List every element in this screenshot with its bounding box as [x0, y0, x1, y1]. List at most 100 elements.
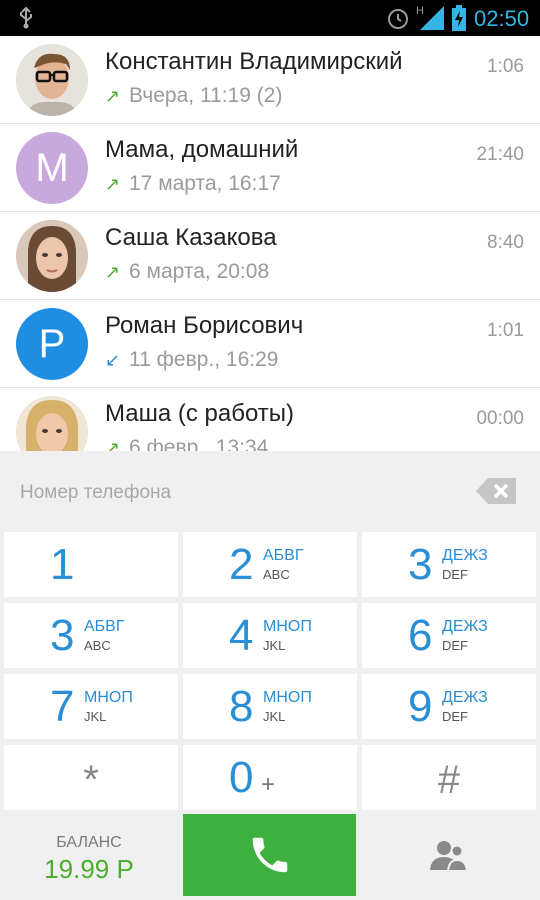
call-time: 11 февр., 16:29	[129, 348, 279, 371]
key-letters-en: JKL	[263, 709, 286, 724]
contact-name: Маша (с работы)	[105, 400, 295, 427]
phone-number-input[interactable]	[18, 481, 452, 505]
dial-key-6[interactable]: 6 ДЕЖЗ DEF	[362, 603, 536, 668]
call-duration: 1:06	[487, 56, 524, 77]
backspace-button[interactable]	[476, 478, 516, 504]
outgoing-call-icon: ↗	[105, 86, 121, 106]
dial-key-hash[interactable]: #	[362, 745, 536, 810]
key-letters-en: DEF	[442, 638, 468, 653]
call-duration: 21:40	[476, 144, 524, 165]
key-digit: 6	[408, 611, 433, 660]
key-letters-en: ABC	[84, 638, 111, 653]
key-letters-ru: ДЕЖЗ	[442, 618, 488, 635]
dial-key-8[interactable]: 8 МНОП JKL	[183, 674, 357, 739]
dial-key-7[interactable]: 7 МНОП JKL	[4, 674, 178, 739]
dial-key-4[interactable]: 4 МНОП JKL	[183, 603, 357, 668]
key-digit: 3	[408, 540, 433, 589]
outgoing-call-icon: ↗	[105, 174, 121, 194]
dial-key-3[interactable]: 3 ДЕЖЗ DEF	[362, 532, 536, 597]
call-time: Вчера, 11:19 (2)	[129, 84, 283, 107]
recent-call-row[interactable]: Р Роман Борисович 1:01 ↙ 11 февр., 16:29	[0, 300, 540, 388]
key-digit: 2	[229, 540, 254, 589]
dial-key-star[interactable]: *	[4, 745, 178, 810]
dial-key-0[interactable]: 0 +	[183, 745, 357, 810]
call-duration: 00:00	[476, 408, 524, 429]
key-letters-ru: МНОП	[84, 689, 133, 706]
key-letters-ru: МНОП	[263, 689, 312, 706]
balance-amount: 19.99 Р	[44, 854, 134, 884]
avatar	[16, 44, 88, 116]
balance-label: БАЛАНС	[56, 834, 122, 851]
avatar-letter: Р	[38, 321, 66, 366]
incoming-call-icon: ↙	[105, 350, 121, 370]
contact-photo-icon	[16, 220, 88, 292]
contact-name: Константин Владимирский	[105, 48, 403, 75]
call-duration: 1:01	[487, 320, 524, 341]
key-letters-ru: ДЕЖЗ	[442, 547, 488, 564]
avatar: Р	[16, 308, 88, 380]
contact-photo-icon	[16, 396, 88, 451]
status-clock: 02:50	[474, 6, 530, 31]
call-info: ↗ Вчера, 11:19 (2)	[105, 84, 282, 108]
key-letters-en: DEF	[442, 567, 468, 582]
alarm-icon	[388, 9, 408, 29]
key-digit: *	[83, 758, 99, 802]
key-plus: +	[261, 771, 276, 798]
outgoing-call-icon: ↗	[105, 438, 121, 451]
signal-icon: H	[416, 5, 444, 30]
status-bar: H 02:50	[0, 0, 540, 36]
call-info: ↙ 11 февр., 16:29	[105, 348, 278, 372]
key-digit: 8	[229, 682, 254, 731]
call-info: ↗ 6 февр., 13:34	[105, 436, 268, 451]
contact-name: Мама, домашний	[105, 136, 299, 163]
contact-photo-icon	[16, 44, 88, 116]
key-letters-en: ABC	[263, 567, 290, 582]
dial-key-1[interactable]: 1	[4, 532, 178, 597]
dial-key-3-second[interactable]: 3 АБВГ ABC	[4, 603, 178, 668]
recent-call-row[interactable]: Саша Казакова 8:40 ↗ 6 марта, 20:08	[0, 212, 540, 300]
phone-input-row	[0, 451, 540, 531]
call-info: ↗ 17 марта, 16:17	[105, 172, 281, 196]
key-digit: 0	[229, 753, 254, 802]
key-digit: 7	[50, 682, 75, 731]
key-letters-en: DEF	[442, 709, 468, 724]
key-letters-en: JKL	[84, 709, 107, 724]
usb-icon	[20, 7, 32, 29]
svg-text:H: H	[416, 5, 424, 17]
phone-icon	[252, 837, 287, 873]
balance-display: БАЛАНС 19.99 Р	[0, 814, 178, 896]
contacts-button[interactable]	[362, 814, 536, 896]
dial-key-9[interactable]: 9 ДЕЖЗ DEF	[362, 674, 536, 739]
recent-call-row[interactable]: Константин Владимирский 1:06 ↗ Вчера, 11:…	[0, 36, 540, 124]
key-digit: 3	[50, 611, 75, 660]
call-time: 6 февр., 13:34	[129, 436, 269, 451]
key-digit: #	[437, 758, 461, 802]
contact-name: Роман Борисович	[105, 312, 304, 339]
outgoing-call-icon: ↗	[105, 262, 121, 282]
call-time: 17 марта, 16:17	[129, 172, 281, 195]
contact-name: Саша Казакова	[105, 224, 277, 251]
call-info: ↗ 6 марта, 20:08	[105, 260, 269, 284]
key-letters-ru: МНОП	[263, 618, 312, 635]
avatar: М	[16, 132, 88, 204]
key-letters-ru: ДЕЖЗ	[442, 689, 488, 706]
key-letters-ru: АБВГ	[84, 618, 125, 635]
key-digit: 4	[229, 611, 254, 660]
recent-calls-list[interactable]: Константин Владимирский 1:06 ↗ Вчера, 11:…	[0, 36, 540, 451]
key-letters-en: JKL	[263, 638, 286, 653]
recent-call-row[interactable]: Маша (с работы) 00:00 ↗ 6 февр., 13:34	[0, 388, 540, 451]
contacts-icon	[430, 841, 468, 872]
dialer-panel: 1 2 АБВГ ABC 3 ДЕЖЗ DEF 3 АБВГ ABC 4 МНОП JK…	[0, 451, 540, 900]
call-button[interactable]	[183, 814, 356, 896]
key-digit: 1	[50, 540, 75, 589]
call-duration: 8:40	[487, 232, 524, 253]
recent-call-row[interactable]: М Мама, домашний 21:40 ↗ 17 марта, 16:17	[0, 124, 540, 212]
avatar-letter: М	[35, 145, 69, 190]
key-letters-ru: АБВГ	[263, 547, 304, 564]
avatar	[16, 220, 88, 292]
battery-charging-icon	[452, 5, 466, 31]
call-time: 6 марта, 20:08	[129, 260, 270, 283]
dial-key-2[interactable]: 2 АБВГ ABC	[183, 532, 357, 597]
avatar	[16, 396, 88, 451]
backspace-icon	[476, 478, 516, 504]
